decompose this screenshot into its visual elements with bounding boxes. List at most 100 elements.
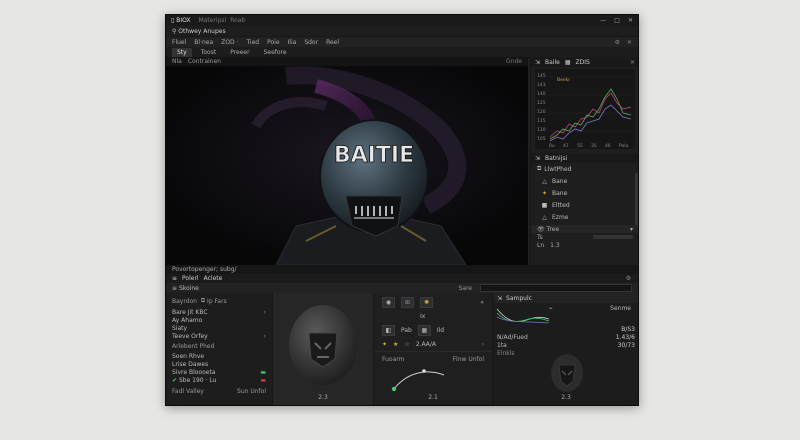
layers-icon: ⧉ <box>200 297 206 304</box>
curve-handle[interactable] <box>422 369 426 373</box>
y-tick: 143 <box>537 82 546 88</box>
y-tick: 125 <box>537 100 546 106</box>
toolbar-item[interactable]: ZOD · <box>221 39 238 46</box>
pin-icon[interactable]: ⇲ <box>535 155 540 162</box>
triangle-icon: △ <box>542 213 547 221</box>
gear-icon[interactable]: ⚙ <box>615 39 620 46</box>
close-icon[interactable]: ✕ <box>627 39 632 46</box>
scrollbar[interactable] <box>635 173 638 233</box>
toolbar: Fluel Bl·nea ZOD · Tied Poie Ilia Sdor R… <box>166 36 638 47</box>
scene-item[interactable]: ■ Eltted <box>531 199 638 211</box>
star-icon[interactable]: ✦ <box>382 341 387 348</box>
menu-icon: ≡ <box>172 284 178 292</box>
curve-handle[interactable] <box>391 386 397 392</box>
minimize-button[interactable]: — <box>600 17 606 24</box>
star-outline-icon[interactable]: ☆ <box>404 341 409 348</box>
viewport-header: Nla Contrainen Gnde <box>166 57 528 66</box>
arrow-icon[interactable]: › <box>482 341 484 348</box>
toolbar-item[interactable]: Tied <box>246 39 259 46</box>
material-preview[interactable]: 2.3 <box>272 293 373 405</box>
toolbar-item[interactable]: Poie <box>267 39 279 46</box>
mats-caption: 2.1 <box>428 394 438 401</box>
tab-seefore[interactable]: Seefore <box>259 48 292 57</box>
sun-icon[interactable]: ✺ <box>420 296 433 308</box>
material-slots: ◉ ⊞ ✺ » Ix ◧ Pab ▦ Ild ✦ ★ ☆ 2.AA/A › Fu… <box>373 293 492 405</box>
x-tick: 46 <box>605 143 611 149</box>
right-panel: ⇲ Baile ▦ ZDIS ✕ 145 143 140 125 120 115… <box>530 57 638 265</box>
maximize-button[interactable]: □ <box>614 17 620 24</box>
check-icon: ✔ <box>172 376 178 384</box>
sample-graph: ⌁ Senme <box>493 303 638 325</box>
panel-title: Skoine <box>178 284 199 292</box>
toolbar-item[interactable]: Bl·nea <box>194 39 213 46</box>
property-row[interactable]: Ay Ahamo <box>172 316 266 324</box>
sample-stat: 1ta 30/73 <box>497 341 635 349</box>
grid-icon[interactable]: ▦ <box>417 324 431 336</box>
scene-item[interactable]: ✦ Bane <box>531 187 638 199</box>
window-subtitle-2: Roab <box>230 17 246 24</box>
section-label: Arlebent Phed <box>172 343 215 350</box>
pin-icon[interactable]: ⇲ <box>497 295 502 302</box>
sliders-icon[interactable]: ⊞ <box>401 296 414 308</box>
y-tick: 145 <box>537 73 546 79</box>
property-row[interactable]: Siaty <box>172 324 266 332</box>
search-field[interactable] <box>480 284 632 292</box>
y-tick: 115 <box>537 118 546 124</box>
sample-panel: ⇲ Sampulc ⌁ Senme B/S3 N/Ad/Fued 1.43/6 1… <box>492 293 638 405</box>
chart-panel-header: ⇲ Baile ▦ ZDIS ✕ <box>531 57 638 67</box>
props-footer: Fadl Valley Sun Unfol <box>172 387 266 395</box>
scene-item[interactable]: △ Ezme <box>531 211 638 223</box>
star-icon[interactable]: ★ <box>393 341 398 348</box>
title-bar: ▯ BIOX Materipsl Roab — □ ✕ <box>166 15 638 26</box>
y-tick: 105 <box>537 136 546 142</box>
property-row[interactable]: Soen Rhve <box>172 352 266 360</box>
viewport-tab[interactable]: Contrainen <box>188 58 221 65</box>
y-tick: 110 <box>537 127 546 133</box>
pin-icon[interactable]: ⇲ <box>535 59 540 66</box>
window-subtitle: Materipsl <box>198 17 227 24</box>
x-tick: 55 <box>577 143 583 149</box>
property-row[interactable]: Sivre Bloooeta ▬ <box>172 368 266 376</box>
helmet-preview <box>289 305 357 385</box>
tab-aclete[interactable]: Aclete <box>204 275 223 282</box>
menu-bar: ⚲ Othwey Anupes <box>166 26 638 36</box>
render-viewport[interactable]: Nla Contrainen Gnde 1 0 1 2 3 4 ▪ <box>166 57 528 265</box>
close-icon[interactable]: ✕ <box>630 59 635 66</box>
square-icon: ■ <box>541 201 548 209</box>
properties-panel: Bayrdon ⧉ Ip Fars Bare Jit KBC › Ay Ahamo… <box>166 293 272 405</box>
toolbar-item[interactable]: Sdor <box>304 39 318 46</box>
close-window-button[interactable]: ✕ <box>628 17 633 24</box>
property-row[interactable]: Lrise Dawes <box>172 360 266 368</box>
triangle-icon: △ <box>542 177 547 185</box>
x-tick: Pola <box>619 143 629 149</box>
project-title[interactable]: ⚲ Othwey Anupes <box>172 28 226 35</box>
tab-preeer[interactable]: Preeer <box>225 48 254 57</box>
star-icon: ✦ <box>541 189 548 197</box>
scene-filter[interactable]: ⧉ LlwtPhed <box>531 163 638 175</box>
scene-footer: 👁 Tree ▾ Ts Ln 1.3 <box>531 225 638 249</box>
gear-icon[interactable]: ⚙ <box>626 275 631 283</box>
curve-editor[interactable] <box>374 365 492 395</box>
grid-icon: ▦ <box>564 58 571 66</box>
tab-polerl[interactable]: Polerl <box>182 275 199 282</box>
property-row[interactable]: Teeve Orfey › <box>172 332 266 340</box>
toolbar-item[interactable]: Reel <box>326 39 339 46</box>
scene-panel-header: ⇲ Batnijsi <box>531 153 638 163</box>
scene-item[interactable]: △ Bane <box>531 175 638 187</box>
eye-icon[interactable]: ◉ <box>382 296 395 308</box>
toolbar-item[interactable]: Fluel <box>172 39 186 46</box>
bookmark-icon[interactable]: ◧ <box>382 324 395 336</box>
property-row[interactable]: ✔ Sbe 190 · Lu ▬ <box>172 376 266 384</box>
tab-toost[interactable]: Toost <box>196 48 221 57</box>
chart-legend: Beekr <box>557 77 570 83</box>
tab-sty[interactable]: Sty <box>172 47 192 57</box>
property-row[interactable]: Bare Jit KBC › <box>172 308 266 316</box>
viewport-tab[interactable]: Nla <box>172 58 182 65</box>
sample-toggle[interactable]: ⌁ <box>549 305 553 312</box>
series-line-green <box>549 88 632 140</box>
next-icon[interactable]: » <box>480 299 484 306</box>
toolbar-item[interactable]: Ilia <box>288 39 297 46</box>
list-icon: ≡ <box>172 275 178 282</box>
grid-toggle[interactable]: Gnde <box>506 58 522 65</box>
x-tick: 47 <box>563 143 569 149</box>
